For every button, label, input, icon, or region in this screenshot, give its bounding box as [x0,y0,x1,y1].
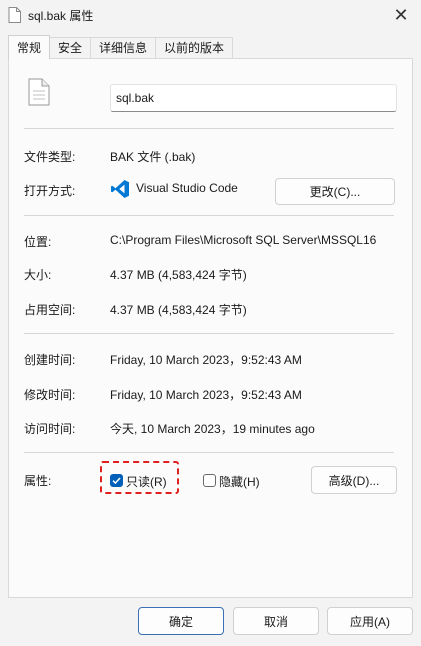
modified-label: 修改时间: [24,388,76,402]
opens-with-label: 打开方式: [24,184,76,198]
size-value: 4.37 MB (4,583,424 字节) [110,268,247,282]
window-title: sql.bak 属性 [28,9,94,23]
ok-button[interactable]: 确定 [138,607,224,635]
accessed-value: 今天, 10 March 2023，19 minutes ago [110,422,315,436]
tab-security[interactable]: 安全 [49,37,92,59]
location-label: 位置: [24,235,52,249]
separator [24,215,394,216]
close-icon: ✕ [393,4,409,25]
change-button[interactable]: 更改(C)... [275,178,395,205]
file-type-value: BAK 文件 (.bak) [110,150,196,164]
vscode-icon [111,180,129,198]
file-name-input[interactable] [110,84,397,112]
file-icon [8,7,21,23]
disk-size-label: 占用空间: [24,303,76,317]
readonly-checkbox[interactable] [110,474,123,487]
tab-strip: 常规 安全 详细信息 以前的版本 [8,35,234,59]
checkmark-icon [112,477,121,485]
dialog-footer: 确定 取消 应用(A) [0,598,421,646]
cancel-button[interactable]: 取消 [233,607,319,635]
title-bar: sql.bak 属性 ✕ [0,0,421,30]
disk-size-value: 4.37 MB (4,583,424 字节) [110,303,247,317]
separator [24,128,394,129]
accessed-label: 访问时间: [24,422,76,436]
readonly-label[interactable]: 只读(R) [126,473,167,490]
hidden-label[interactable]: 隐藏(H) [219,473,260,490]
apply-button[interactable]: 应用(A) [327,607,413,635]
created-value: Friday, 10 March 2023，9:52:43 AM [110,353,302,367]
file-type-label: 文件类型: [24,150,76,164]
document-icon [28,78,50,106]
size-label: 大小: [24,268,52,282]
created-label: 创建时间: [24,353,76,367]
tab-details[interactable]: 详细信息 [90,37,157,59]
tab-previous-versions[interactable]: 以前的版本 [155,37,234,59]
separator [24,452,394,453]
tab-general[interactable]: 常规 [8,35,51,59]
attributes-label: 属性: [24,474,52,488]
opens-with-app: Visual Studio Code [136,181,238,195]
location-value: C:\Program Files\Microsoft SQL Server\MS… [110,233,377,247]
close-button[interactable]: ✕ [381,0,421,30]
separator [24,333,394,334]
advanced-button[interactable]: 高级(D)... [311,466,397,494]
modified-value: Friday, 10 March 2023，9:52:43 AM [110,388,302,402]
hidden-checkbox[interactable] [203,474,216,487]
general-panel [8,58,413,598]
